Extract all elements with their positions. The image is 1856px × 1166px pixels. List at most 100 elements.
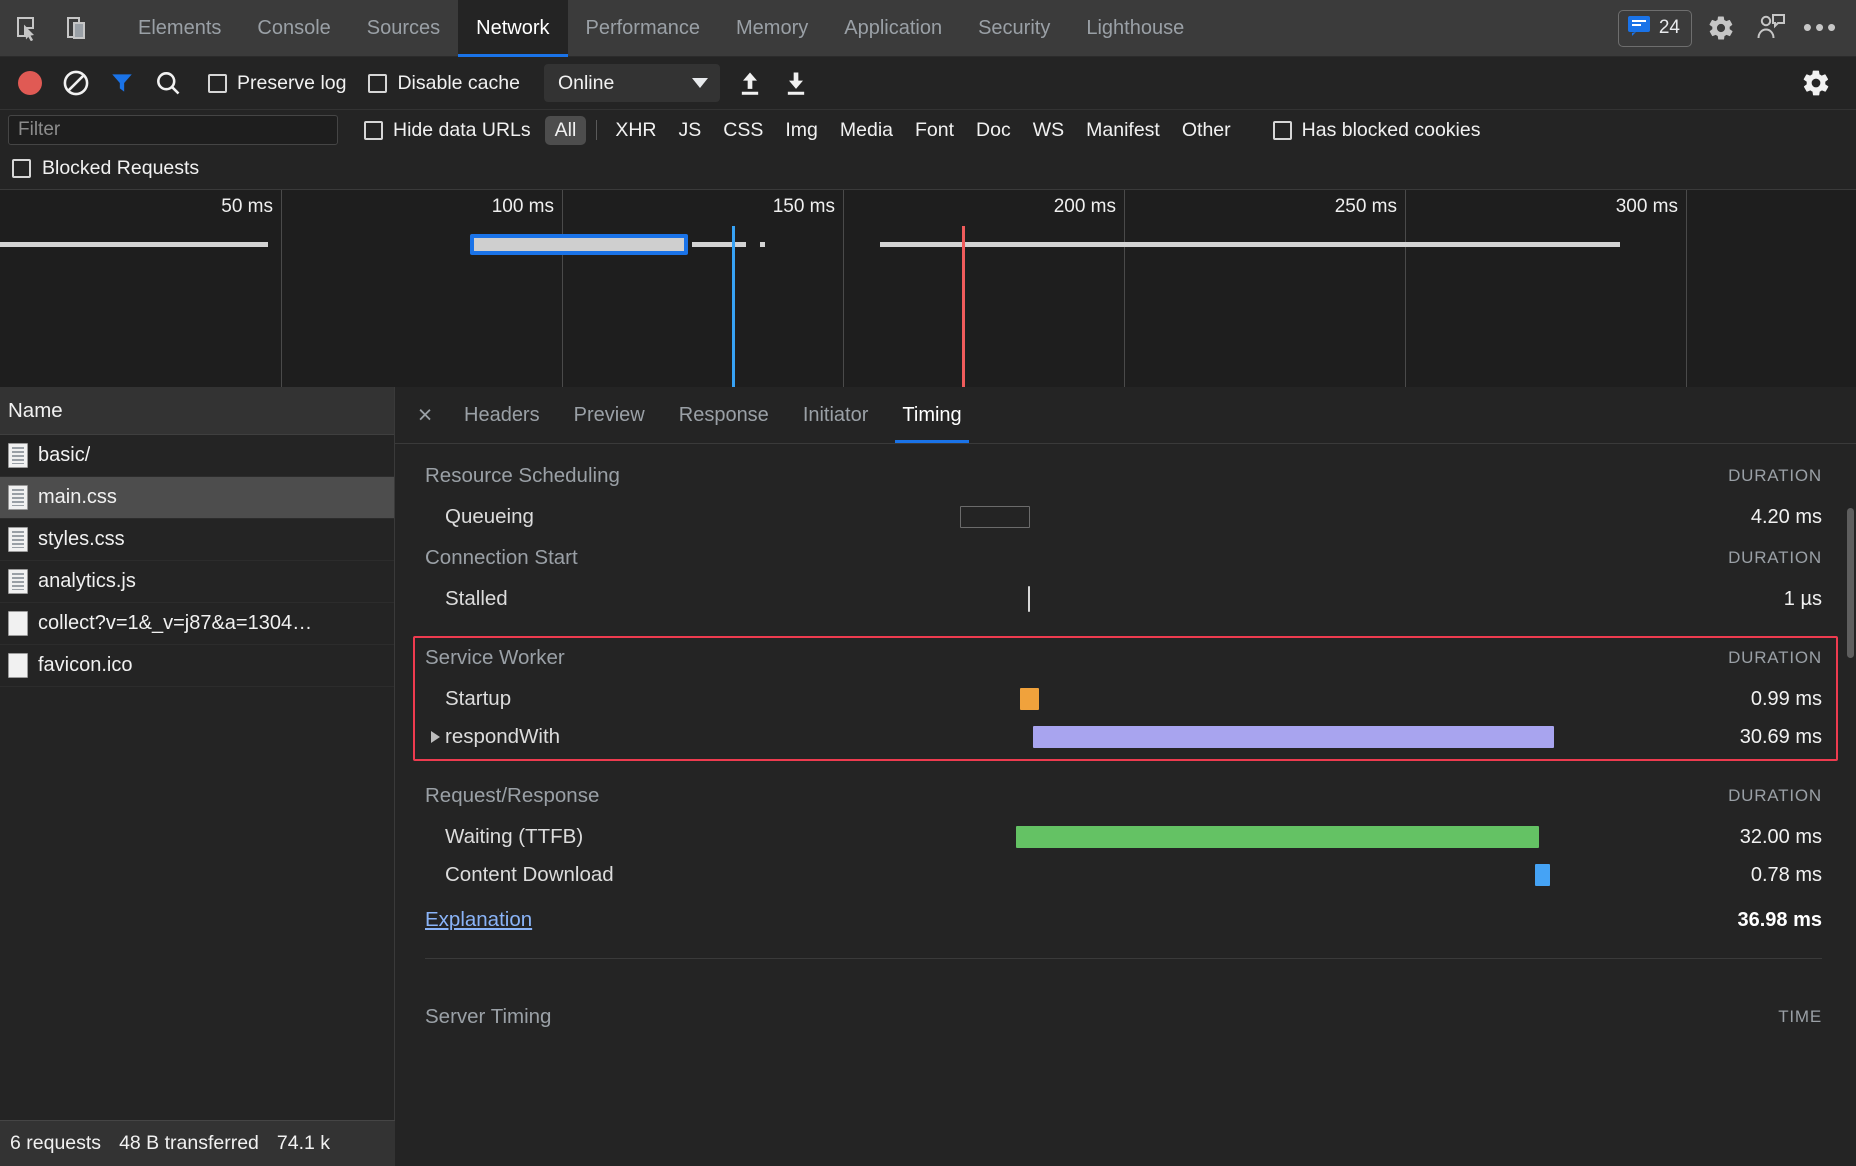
preserve-log-checkbox[interactable]: Preserve log — [208, 72, 346, 95]
has-blocked-cookies-checkbox[interactable]: Has blocked cookies — [1273, 119, 1481, 142]
request-list-header[interactable]: Name — [0, 387, 394, 435]
dom-content-loaded-marker — [732, 226, 735, 388]
tab-application[interactable]: Application — [826, 0, 960, 57]
request-row-basic[interactable]: basic/ — [0, 435, 394, 477]
tab-preview[interactable]: Preview — [557, 387, 662, 443]
tab-lighthouse[interactable]: Lighthouse — [1068, 0, 1202, 57]
timing-bar-lane — [725, 856, 1672, 894]
request-name: styles.css — [38, 528, 125, 551]
hide-data-urls-checkbox[interactable]: Hide data URLs — [364, 119, 531, 142]
filter-button[interactable] — [102, 63, 142, 103]
timing-bar-lane — [725, 818, 1672, 856]
vertical-scrollbar[interactable] — [1847, 508, 1854, 658]
filter-type-label: Other — [1182, 119, 1231, 141]
filter-type-js[interactable]: JS — [669, 116, 712, 145]
document-icon — [8, 569, 28, 594]
network-toolbar-right — [1796, 63, 1856, 103]
blocked-requests-row: Blocked Requests — [0, 150, 1856, 186]
request-row-analytics-js[interactable]: analytics.js — [0, 561, 394, 603]
filter-type-xhr[interactable]: XHR — [605, 116, 666, 145]
close-icon[interactable]: × — [403, 387, 447, 443]
tick-label-150ms: 150 ms — [773, 196, 843, 218]
tick-label-250ms: 250 ms — [1335, 196, 1405, 218]
clear-button[interactable] — [56, 63, 96, 103]
filter-type-label: Img — [785, 119, 818, 141]
network-toolbar: Preserve log Disable cache Online — [0, 57, 1856, 110]
tab-response[interactable]: Response — [662, 387, 786, 443]
request-row-collect[interactable]: collect?v=1&_v=j87&a=1304… — [0, 603, 394, 645]
record-button[interactable] — [10, 63, 50, 103]
request-name: collect?v=1&_v=j87&a=1304… — [38, 612, 312, 635]
load-event-marker — [962, 226, 965, 388]
filter-type-css[interactable]: CSS — [713, 116, 773, 145]
timing-bar-lane — [725, 680, 1672, 718]
tab-memory[interactable]: Memory — [718, 0, 826, 57]
expand-triangle-icon[interactable] — [431, 731, 440, 743]
timing-bar-lane — [725, 498, 1672, 536]
disable-cache-checkbox[interactable]: Disable cache — [368, 72, 519, 95]
tab-console[interactable]: Console — [239, 0, 348, 57]
detail-tabs: × Headers Preview Response Initiator Tim… — [395, 387, 1856, 444]
feedback-person-icon[interactable] — [1750, 7, 1792, 49]
filter-type-all[interactable]: All — [545, 116, 587, 145]
filter-type-ws[interactable]: WS — [1023, 116, 1074, 145]
filter-type-img[interactable]: Img — [775, 116, 828, 145]
overview-request-dot — [760, 242, 765, 247]
timing-row-respondwith[interactable]: respondWith 30.69 ms — [395, 718, 1856, 756]
timing-bar-lane — [725, 580, 1672, 618]
tab-performance[interactable]: Performance — [568, 0, 719, 57]
filter-type-media[interactable]: Media — [830, 116, 903, 145]
device-toolbar-icon[interactable] — [56, 6, 100, 50]
issues-badge[interactable]: 24 — [1618, 10, 1692, 47]
network-settings-gear-icon[interactable] — [1796, 63, 1836, 103]
tab-sources[interactable]: Sources — [349, 0, 458, 57]
import-har-icon[interactable] — [730, 63, 770, 103]
checkbox-box — [368, 74, 387, 93]
status-requests: 6 requests — [10, 1132, 101, 1155]
tab-label: Network — [476, 17, 549, 40]
duration-header: DURATION — [1728, 648, 1822, 668]
throttling-select[interactable]: Online — [544, 64, 720, 102]
section-title: Resource Scheduling — [425, 464, 620, 488]
request-row-main-css[interactable]: main.css — [0, 477, 394, 519]
timing-row-label: Content Download — [425, 863, 725, 887]
search-button[interactable] — [148, 63, 188, 103]
tab-network[interactable]: Network — [458, 0, 567, 57]
tab-headers[interactable]: Headers — [447, 387, 557, 443]
devtools-tab-bar: Elements Console Sources Network Perform… — [0, 0, 1856, 57]
timing-section-service-worker: Service Worker DURATION Startup 0.99 ms — [395, 636, 1856, 756]
timing-bar-queueing — [960, 506, 1030, 528]
section-header: Resource Scheduling DURATION — [395, 454, 1856, 498]
overview-selected-request-bar[interactable] — [470, 234, 688, 255]
timing-bar-stalled — [1028, 586, 1030, 612]
request-row-styles-css[interactable]: styles.css — [0, 519, 394, 561]
checkbox-box[interactable] — [12, 159, 31, 178]
document-icon — [8, 443, 28, 468]
request-row-favicon[interactable]: favicon.ico — [0, 645, 394, 687]
search-input[interactable]: Filter — [8, 115, 338, 145]
filter-type-label: All — [555, 119, 577, 141]
request-list-panel: Name basic/ main.css styles.css analytic… — [0, 387, 395, 1166]
timing-section-resource-scheduling: Resource Scheduling DURATION Queueing 4.… — [395, 454, 1856, 536]
tab-initiator[interactable]: Initiator — [786, 387, 886, 443]
tab-label: Security — [978, 17, 1050, 40]
network-overview[interactable]: 50 ms 100 ms 150 ms 200 ms 250 ms 300 ms — [0, 189, 1856, 387]
filter-type-manifest[interactable]: Manifest — [1076, 116, 1170, 145]
tick-label-100ms: 100 ms — [492, 196, 562, 218]
explanation-link[interactable]: Explanation — [425, 908, 532, 932]
timing-row-startup: Startup 0.99 ms — [395, 680, 1856, 718]
timing-row-label: Stalled — [425, 587, 725, 611]
export-har-icon[interactable] — [776, 63, 816, 103]
inspect-element-icon[interactable] — [6, 6, 50, 50]
tab-label: Elements — [138, 17, 221, 40]
detail-tab-label: Timing — [902, 404, 961, 427]
status-transferred: 48 B transferred — [119, 1132, 259, 1155]
filter-type-doc[interactable]: Doc — [966, 116, 1021, 145]
filter-type-other[interactable]: Other — [1172, 116, 1241, 145]
filter-type-font[interactable]: Font — [905, 116, 964, 145]
tab-security[interactable]: Security — [960, 0, 1068, 57]
tab-elements[interactable]: Elements — [120, 0, 239, 57]
settings-gear-icon[interactable] — [1700, 7, 1742, 49]
tab-timing[interactable]: Timing — [885, 387, 978, 443]
more-options-icon[interactable]: ••• — [1800, 7, 1842, 49]
